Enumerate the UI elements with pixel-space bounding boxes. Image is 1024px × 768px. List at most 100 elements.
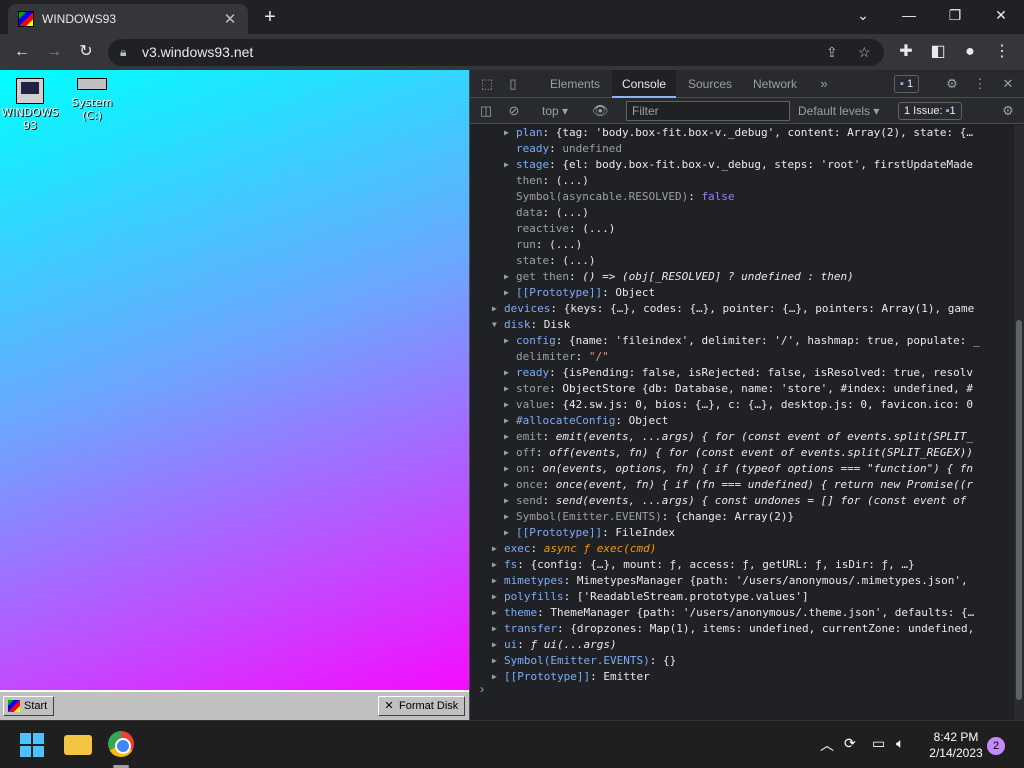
volume-icon[interactable]: 🔈︎ bbox=[896, 735, 904, 752]
console-line[interactable]: ▶ stage: {el: body.box-fit.box-v._debug, … bbox=[470, 157, 1015, 173]
format-disk-button[interactable]: ✕ Format Disk bbox=[378, 696, 466, 716]
console-line[interactable]: ▶ value: {42.sw.js: 0, bios: {…}, c: {…},… bbox=[470, 397, 1015, 413]
log-levels-select[interactable]: Default levels ▾ bbox=[798, 98, 879, 124]
side-panel-icon[interactable]: ◧ bbox=[926, 40, 950, 64]
close-devtools-icon[interactable]: ✕ bbox=[1000, 76, 1016, 92]
device-toolbar-icon[interactable]: ▯ bbox=[505, 76, 521, 92]
console-line[interactable]: ▶ ui: ƒ ui(...args) bbox=[470, 637, 1015, 653]
more-tabs-icon[interactable]: » bbox=[816, 76, 832, 92]
expand-triangle-icon[interactable]: ▶ bbox=[492, 637, 502, 653]
collapse-triangle-icon[interactable]: ▼ bbox=[492, 317, 502, 333]
notification-badge[interactable]: 2 bbox=[987, 737, 1005, 755]
lock-icon[interactable]: 🔒︎ bbox=[120, 39, 126, 66]
console-line[interactable]: ▶ emit: emit(events, ...args) { for (cons… bbox=[470, 429, 1015, 445]
console-line[interactable]: ▶ devices: {keys: {…}, codes: {…}, pointe… bbox=[470, 301, 1015, 317]
extensions-icon[interactable]: ✚ bbox=[894, 40, 918, 64]
expand-triangle-icon[interactable]: ▶ bbox=[504, 445, 514, 461]
console-line[interactable]: ▶ [[Prototype]]: Emitter bbox=[470, 669, 1015, 685]
console-line[interactable]: ▶ [[Prototype]]: Object bbox=[470, 285, 1015, 301]
tab-search-chevron-icon[interactable]: ⌄ bbox=[840, 0, 886, 30]
expand-triangle-icon[interactable]: ▶ bbox=[504, 269, 514, 285]
console-line[interactable]: ▶ polyfills: ['ReadableStream.prototype.v… bbox=[470, 589, 1015, 605]
console-line[interactable]: ▶ once: once(event, fn) { if (fn === unde… bbox=[470, 477, 1015, 493]
profile-avatar-icon[interactable]: ● bbox=[958, 40, 982, 64]
messages-badge[interactable]: ▪ 1 bbox=[894, 75, 920, 93]
console-prompt[interactable]: › bbox=[480, 682, 484, 696]
settings-gear-icon[interactable]: ⚙ bbox=[944, 76, 960, 92]
show-hidden-icons-chevron-icon[interactable]: ︿ bbox=[820, 735, 834, 755]
expand-triangle-icon[interactable]: ▶ bbox=[492, 301, 502, 317]
sync-icon[interactable]: ⟳ bbox=[844, 735, 856, 752]
clear-console-icon[interactable]: ⊘ bbox=[506, 103, 522, 119]
expand-triangle-icon[interactable]: ▶ bbox=[492, 653, 502, 669]
inspect-element-icon[interactable]: ⬚ bbox=[479, 76, 495, 92]
console-line[interactable]: ▶ theme: ThemeManager {path: '/users/anon… bbox=[470, 605, 1015, 621]
windows93-desktop[interactable]: WINDOWS 93 System (C:) Start ✕ Format Di… bbox=[0, 70, 469, 720]
expand-triangle-icon[interactable]: ▶ bbox=[504, 461, 514, 477]
console-line[interactable]: ▶ [[Prototype]]: FileIndex bbox=[470, 525, 1015, 541]
console-line[interactable]: ▶ off: off(events, fn) { for (const event… bbox=[470, 445, 1015, 461]
windows-start-icon[interactable] bbox=[18, 731, 46, 759]
expand-triangle-icon[interactable]: ▶ bbox=[504, 285, 514, 301]
taskbar-clock[interactable]: 8:42 PM 2/14/2023 bbox=[920, 729, 992, 761]
expand-triangle-icon[interactable]: ▶ bbox=[492, 605, 502, 621]
expand-triangle-icon[interactable]: ▶ bbox=[504, 365, 514, 381]
back-button[interactable]: ← bbox=[10, 40, 34, 64]
console-line[interactable]: ▶ #allocateConfig: Object bbox=[470, 413, 1015, 429]
console-line[interactable]: ▶ config: {name: 'fileindex', delimiter: … bbox=[470, 333, 1015, 349]
browser-tab[interactable]: WINDOWS93 ✕ bbox=[8, 4, 248, 34]
console-line[interactable]: ▶ fs: {config: {…}, mount: ƒ, access: ƒ, … bbox=[470, 557, 1015, 573]
desktop-icon-windows93[interactable]: WINDOWS 93 bbox=[0, 78, 60, 132]
expand-triangle-icon[interactable]: ▶ bbox=[504, 413, 514, 429]
desktop-icon-system-drive[interactable]: System (C:) bbox=[62, 78, 122, 122]
console-line[interactable]: ▶ on: on(events, options, fn) { if (typeo… bbox=[470, 461, 1015, 477]
file-explorer-icon[interactable] bbox=[64, 731, 92, 759]
expand-triangle-icon[interactable]: ▶ bbox=[492, 589, 502, 605]
console-line[interactable]: ▶ store: ObjectStore {db: Database, name:… bbox=[470, 381, 1015, 397]
scrollbar-thumb[interactable] bbox=[1016, 320, 1022, 700]
expand-triangle-icon[interactable]: ▶ bbox=[492, 541, 502, 557]
console-settings-icon[interactable]: ⚙ bbox=[1000, 103, 1016, 119]
expand-triangle-icon[interactable]: ▶ bbox=[504, 333, 514, 349]
console-line[interactable]: ▶ plan: {tag: 'body.box-fit.box-v._debug'… bbox=[470, 125, 1015, 141]
forward-button[interactable]: → bbox=[42, 40, 66, 64]
eye-icon[interactable]: 👁︎ bbox=[592, 103, 609, 119]
sidebar-toggle-icon[interactable]: ◫ bbox=[478, 103, 494, 119]
expand-triangle-icon[interactable]: ▶ bbox=[504, 509, 514, 525]
console-line[interactable]: ▶ Symbol(Emitter.EVENTS): {} bbox=[470, 653, 1015, 669]
console-line[interactable]: ▶ Symbol(Emitter.EVENTS): {change: Array(… bbox=[470, 509, 1015, 525]
console-line[interactable]: ▶ exec: async ƒ exec(cmd) bbox=[470, 541, 1015, 557]
chrome-menu-icon[interactable]: ⋮ bbox=[990, 40, 1014, 64]
console-line[interactable]: ▼ disk: Disk bbox=[470, 317, 1015, 333]
start-button[interactable]: Start bbox=[3, 696, 55, 716]
close-window-button[interactable]: ✕ bbox=[978, 0, 1024, 30]
expand-triangle-icon[interactable]: ▶ bbox=[504, 525, 514, 541]
tab-elements[interactable]: Elements bbox=[540, 70, 610, 98]
console-output[interactable]: ▶ plan: {tag: 'body.box-fit.box-v._debug'… bbox=[470, 125, 1015, 720]
expand-triangle-icon[interactable]: ▶ bbox=[504, 157, 514, 173]
expand-triangle-icon[interactable]: ▶ bbox=[504, 477, 514, 493]
expand-triangle-icon[interactable]: ▶ bbox=[492, 621, 502, 637]
expand-triangle-icon[interactable]: ▶ bbox=[504, 381, 514, 397]
expand-triangle-icon[interactable]: ▶ bbox=[504, 397, 514, 413]
minimize-button[interactable]: — bbox=[886, 0, 932, 30]
issues-badge[interactable]: 1 Issue: ▪1 bbox=[898, 102, 962, 120]
tab-sources[interactable]: Sources bbox=[678, 70, 742, 98]
close-tab-icon[interactable]: ✕ bbox=[222, 10, 238, 28]
share-icon[interactable]: ⇪ bbox=[826, 39, 838, 66]
console-line[interactable]: ▶ send: send(events, ...args) { const und… bbox=[470, 493, 1015, 509]
context-select[interactable]: top ▾ bbox=[542, 98, 568, 124]
console-line[interactable]: ▶ get then: () => (obj[_RESOLVED] ? undef… bbox=[470, 269, 1015, 285]
address-bar[interactable]: 🔒︎ v3.windows93.net ⇪ ☆ bbox=[108, 39, 884, 66]
expand-triangle-icon[interactable]: ▶ bbox=[504, 125, 514, 141]
expand-triangle-icon[interactable]: ▶ bbox=[492, 573, 502, 589]
reload-button[interactable]: ↻ bbox=[74, 40, 98, 64]
network-icon[interactable]: ▭ bbox=[872, 735, 885, 752]
console-line[interactable]: ▶ mimetypes: MimetypesManager {path: '/us… bbox=[470, 573, 1015, 589]
filter-input[interactable]: Filter bbox=[626, 101, 790, 121]
tab-console[interactable]: Console bbox=[612, 70, 677, 98]
more-options-icon[interactable]: ⋮ bbox=[972, 76, 988, 92]
new-tab-button[interactable]: + bbox=[258, 6, 282, 30]
tab-network[interactable]: Network bbox=[743, 70, 807, 98]
expand-triangle-icon[interactable]: ▶ bbox=[492, 669, 502, 685]
